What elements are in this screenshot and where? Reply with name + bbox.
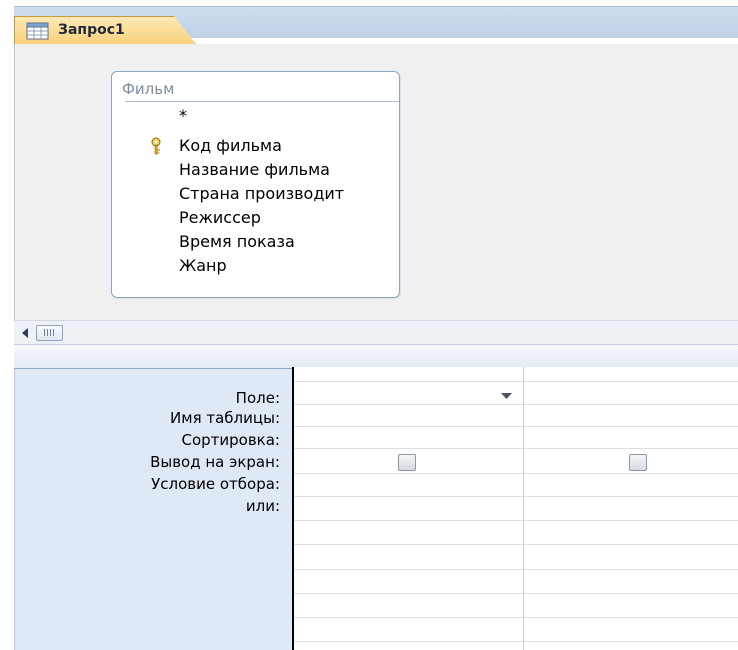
query-design-grid[interactable]	[292, 367, 738, 650]
grid-line	[294, 496, 738, 497]
scroll-thumb-grip-icon	[50, 329, 51, 336]
row-label-show: Вывод на экран:	[150, 453, 280, 471]
grid-line	[294, 426, 738, 427]
grid-line	[294, 593, 738, 594]
field-genre[interactable]: Жанр	[179, 256, 227, 275]
grid-line	[294, 448, 738, 449]
scroll-thumb-grip-icon	[44, 329, 45, 336]
field-film-name[interactable]: Название фильма	[179, 160, 330, 179]
field-film-code[interactable]: Код фильма	[179, 136, 282, 155]
field-all-columns[interactable]: *	[179, 106, 187, 125]
grid-line	[294, 641, 738, 642]
show-checkbox-column-2[interactable]	[629, 454, 647, 471]
tab-label[interactable]: Запрос1	[58, 22, 125, 38]
grid-line	[294, 569, 738, 570]
grid-line	[294, 404, 738, 405]
horizontal-scrollbar[interactable]	[14, 320, 738, 344]
field-show-time[interactable]: Время показа	[179, 232, 295, 251]
row-label-criteria: Условие отбора:	[151, 475, 280, 493]
scroll-thumb-grip-icon	[53, 329, 54, 336]
row-label-or: или:	[245, 497, 280, 515]
row-label-sort: Сортировка:	[181, 431, 280, 449]
grid-line	[294, 381, 738, 382]
table-title[interactable]: Фильм	[122, 80, 174, 98]
grid-line	[294, 544, 738, 545]
field-country[interactable]: Страна производит	[179, 184, 344, 203]
field-list: * Код фильма Название фильма Страна прои…	[125, 101, 399, 291]
column-divider[interactable]	[523, 367, 524, 650]
dropdown-arrow-icon[interactable]	[500, 392, 513, 400]
row-label-table: Имя таблицы:	[170, 409, 280, 427]
query-icon	[26, 22, 49, 40]
grid-line	[294, 473, 738, 474]
pane-splitter[interactable]	[14, 344, 738, 369]
show-checkbox-column-1[interactable]	[398, 454, 416, 471]
scroll-thumb-grip-icon	[47, 329, 48, 336]
grid-line	[294, 520, 738, 521]
grid-line	[294, 617, 738, 618]
row-label-field: Поле:	[235, 389, 280, 407]
primary-key-icon	[151, 137, 161, 155]
field-director[interactable]: Режиссер	[179, 208, 261, 227]
scroll-left-arrow-icon[interactable]	[20, 327, 30, 339]
